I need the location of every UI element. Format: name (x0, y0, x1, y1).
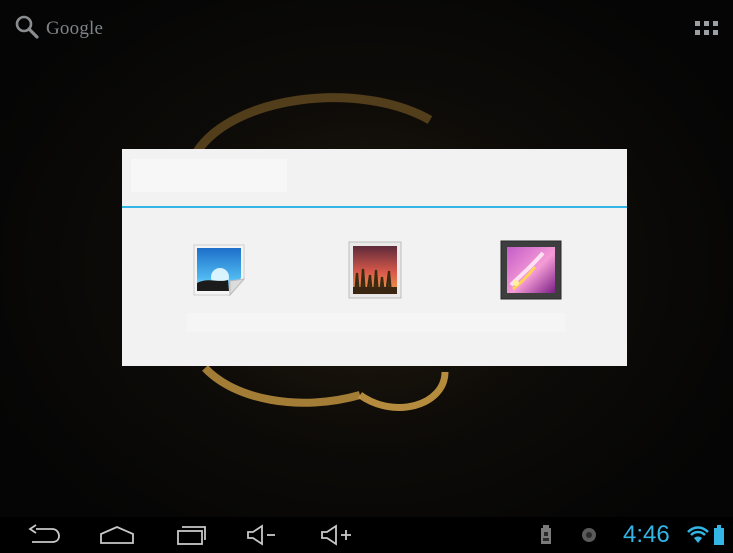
recent-apps-button[interactable] (170, 521, 210, 549)
usb-storage-icon (541, 525, 551, 544)
wallpapers-option[interactable] (340, 237, 410, 307)
recent-apps-icon (177, 526, 206, 545)
volume-down-button[interactable] (242, 521, 282, 549)
back-button[interactable] (24, 521, 64, 549)
back-icon (28, 524, 60, 543)
google-search-label: Google (46, 18, 104, 39)
battery-icon (714, 525, 724, 545)
all-apps-button[interactable] (694, 19, 720, 41)
home-button[interactable] (97, 521, 137, 549)
battery-status[interactable] (711, 521, 727, 549)
android-debug-icon (582, 528, 596, 542)
live-wallpapers-option[interactable] (496, 237, 566, 307)
wifi-status[interactable] (686, 521, 710, 549)
gallery-picture-icon (190, 239, 250, 306)
volume-down-icon (247, 524, 275, 546)
volume-up-icon (321, 524, 351, 546)
dialog-divider (122, 206, 627, 208)
choose-wallpaper-dialog (122, 149, 627, 366)
wifi-icon (687, 526, 709, 543)
dialog-title (122, 149, 627, 206)
search-icon (14, 14, 40, 45)
usb-storage-status[interactable] (536, 521, 556, 549)
google-search-bar[interactable]: Google (14, 14, 103, 44)
debug-status[interactable] (578, 521, 600, 549)
wallpapers-icon (346, 239, 404, 306)
status-clock[interactable]: 4:46 (623, 521, 670, 549)
live-wallpapers-icon (499, 239, 563, 306)
option-labels-area (187, 313, 565, 332)
system-navigation-bar: 4:46 (0, 517, 733, 553)
apps-grid-icon (695, 21, 718, 35)
gallery-option[interactable] (185, 237, 255, 307)
volume-up-button[interactable] (316, 521, 356, 549)
home-icon (100, 526, 134, 544)
